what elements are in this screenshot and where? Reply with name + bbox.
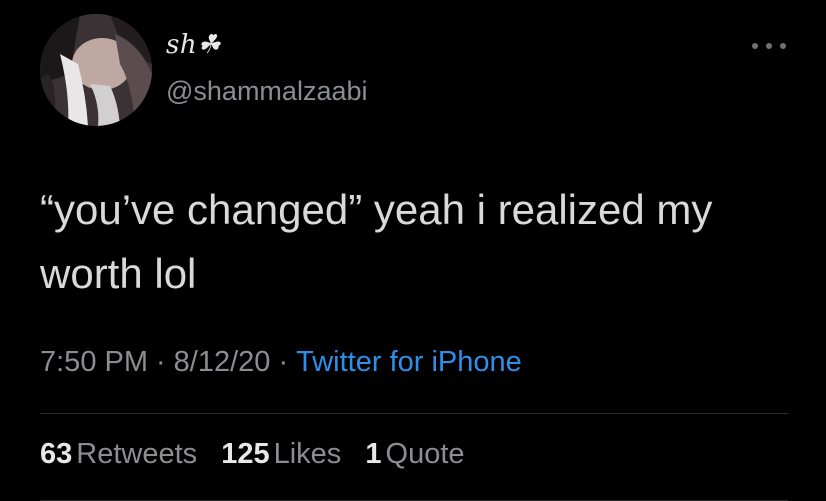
separator: · — [278, 346, 289, 378]
quotes-label: Quote — [385, 438, 465, 470]
user-handle[interactable]: @shammalzaabi — [166, 76, 368, 107]
tweet-stats: 63 Retweets 125 Likes 1 Quote — [40, 438, 481, 471]
dot — [766, 43, 772, 49]
likes-label: Likes — [273, 438, 342, 470]
tweet-text: “you’ve changed” yeah i realized my wort… — [40, 186, 713, 297]
divider — [40, 413, 788, 414]
separator: · — [156, 346, 166, 378]
quotes-stat[interactable]: 1 Quote — [365, 438, 464, 471]
likes-stat[interactable]: 125 Likes — [221, 438, 341, 471]
quotes-count: 1 — [365, 438, 382, 470]
likes-count: 125 — [221, 438, 270, 470]
retweets-count: 63 — [40, 438, 73, 470]
dot — [752, 43, 758, 49]
avatar-image — [40, 14, 152, 126]
dot — [780, 43, 786, 49]
tweet-time[interactable]: 7:50 PM — [40, 346, 148, 378]
avatar[interactable] — [40, 14, 152, 126]
display-name[interactable]: sh☘ — [166, 30, 221, 60]
tweet-meta: 7:50 PM · 8/12/20 · Twitter for iPhone — [40, 346, 522, 379]
tweet-date[interactable]: 8/12/20 — [174, 346, 271, 378]
retweets-label: Retweets — [76, 438, 198, 470]
more-horizontal-icon[interactable] — [752, 38, 786, 54]
tweet-source-link[interactable]: Twitter for iPhone — [296, 346, 522, 378]
retweets-stat[interactable]: 63 Retweets — [40, 438, 197, 471]
